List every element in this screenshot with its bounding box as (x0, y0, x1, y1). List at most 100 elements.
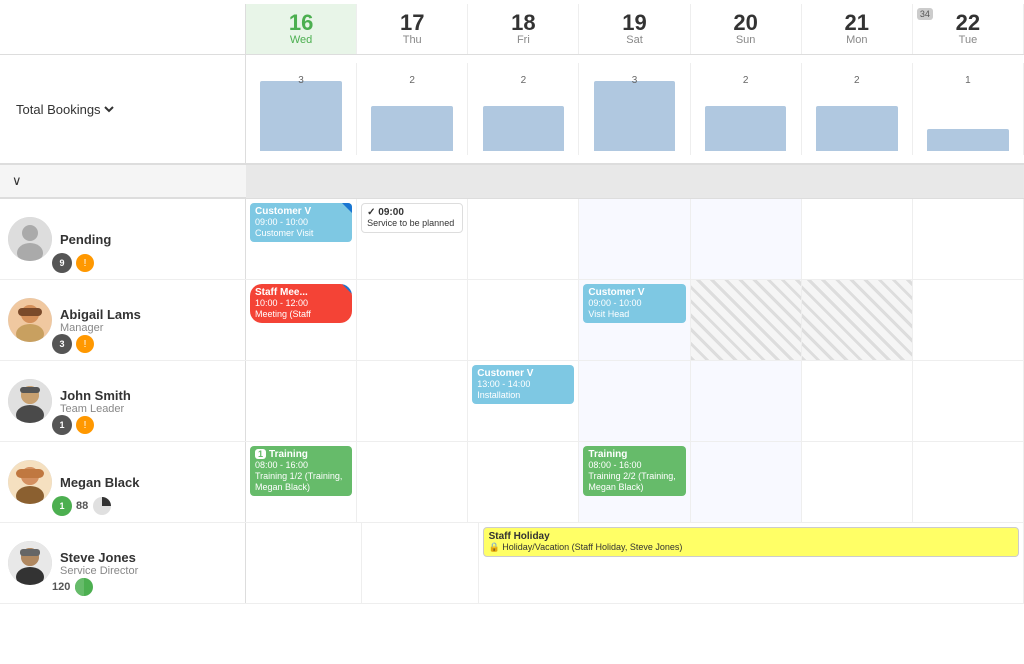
avatar (8, 217, 52, 261)
day-cell-1[interactable] (357, 442, 468, 522)
day-cell-4[interactable] (691, 361, 802, 441)
event-desc: Customer Visit (255, 228, 313, 238)
event-block[interactable]: Customer V09:00 - 10:00Customer Visit (250, 203, 352, 242)
event-desc: Training 2/2 (Training, Megan Black) (588, 471, 675, 492)
badge-warn: 9 (52, 253, 72, 273)
badge-count: 120 (52, 581, 70, 593)
staff-name: Steve Jones (60, 550, 237, 565)
event-desc: Service to be planned (367, 218, 454, 228)
day-cell-6[interactable] (913, 361, 1024, 441)
day-cell-3[interactable]: Training08:00 - 16:00Training 2/2 (Train… (579, 442, 690, 522)
day-name: Fri (517, 34, 530, 46)
day-cell-3[interactable] (579, 361, 690, 441)
event-time: 10:00 - 12:00 (255, 298, 308, 308)
badge-warn: 3 (52, 334, 72, 354)
staff-name: John Smith (60, 388, 237, 403)
day-cell-3[interactable] (579, 199, 690, 279)
date-header-21[interactable]: 21Mon (802, 4, 913, 54)
bar-top (705, 106, 787, 151)
bar-count: 2 (806, 75, 908, 86)
avatar (8, 379, 52, 423)
event-time: 08:00 - 16:00 (255, 460, 308, 470)
event-time: 08:00 - 16:00 (588, 460, 641, 470)
day-cell-1[interactable]: ✓ 09:00Service to be planned (357, 199, 468, 279)
filter-select[interactable]: Total Bookings (12, 101, 117, 118)
event-block[interactable]: Training08:00 - 16:00Training 2/2 (Train… (583, 446, 685, 496)
staff-role: Manager (60, 322, 237, 334)
day-cell-0[interactable] (246, 523, 362, 603)
event-block[interactable]: Customer V09:00 - 10:00Visit Head (583, 284, 685, 323)
event-title: Customer V (255, 206, 311, 217)
badge-warn: 1 (52, 415, 72, 435)
day-cell-5[interactable] (802, 361, 913, 441)
day-cell-2[interactable] (468, 442, 579, 522)
day-cell-6[interactable] (913, 199, 1024, 279)
bar-top (260, 81, 342, 151)
day-cell-2[interactable] (468, 199, 579, 279)
staff-badges: 3! (52, 334, 94, 354)
date-num: 16 (289, 12, 313, 34)
event-block[interactable]: Staff Mee...10:00 - 12:00Meeting (Staff (250, 284, 352, 323)
staff-info-2: John SmithTeam Leader1! (0, 361, 246, 441)
event-title: Customer V (588, 287, 644, 298)
event-num: 1 (255, 449, 266, 459)
day-cell-3[interactable]: Customer V09:00 - 10:00Visit Head (579, 280, 690, 360)
day-cell-2[interactable]: Customer V13:00 - 14:00Installation (468, 361, 579, 441)
date-headers: 16Wed17Thu18Fri19Sat20Sun21Mon3422Tue (246, 4, 1024, 54)
date-header-17[interactable]: 17Thu (357, 4, 468, 54)
day-cell-6[interactable] (913, 280, 1024, 360)
event-block[interactable]: 1Training08:00 - 16:00Training 1/2 (Trai… (250, 446, 352, 496)
day-cell-1[interactable] (357, 361, 468, 441)
day-cell-0[interactable] (246, 361, 357, 441)
bar-top (371, 106, 453, 151)
bar-top (483, 106, 565, 151)
date-num: 20 (733, 12, 757, 34)
date-header-18[interactable]: 18Fri (468, 4, 579, 54)
avatar (8, 298, 52, 342)
day-cell-0[interactable]: 1Training08:00 - 16:00Training 1/2 (Trai… (246, 442, 357, 522)
date-header-16[interactable]: 16Wed (246, 4, 357, 54)
event-block[interactable]: Customer V13:00 - 14:00Installation (472, 365, 574, 404)
day-cell-5[interactable] (802, 199, 913, 279)
bar-top (816, 106, 898, 151)
day-cell-5[interactable] (802, 442, 913, 522)
event-desc: Installation (477, 390, 520, 400)
day-cell-0[interactable]: Staff Mee...10:00 - 12:00Meeting (Staff (246, 280, 357, 360)
staff-row: Pending9!Customer V09:00 - 10:00Customer… (0, 199, 1024, 280)
bar-count: 2 (695, 75, 797, 86)
badge-warn-icon: ! (76, 416, 94, 434)
date-header-20[interactable]: 20Sun (691, 4, 802, 54)
day-cell-1[interactable] (362, 523, 478, 603)
day-cell-6[interactable] (913, 442, 1024, 522)
staff-name: Megan Black (60, 475, 237, 490)
event-block[interactable]: ✓ 09:00Service to be planned (361, 203, 463, 233)
day-cell-1[interactable] (357, 280, 468, 360)
staff-info-0: Pending9! (0, 199, 246, 279)
event-time: 09:00 - 10:00 (588, 298, 641, 308)
day-cell-2[interactable]: Staff Holiday🔒 Holiday/Vacation (Staff H… (479, 523, 1024, 603)
day-cell-5[interactable] (802, 280, 913, 360)
barchart-filter[interactable]: Total Bookings (0, 55, 246, 163)
event-desc: Meeting (Staff (255, 309, 311, 319)
bar-col-2: 2 (468, 63, 579, 155)
staff-row: John SmithTeam Leader1! Customer V13:00 -… (0, 361, 1024, 442)
dates-row: 16Wed17Thu18Fri19Sat20Sun21Mon3422Tue (0, 4, 1024, 54)
day-cell-4[interactable] (691, 280, 802, 360)
event-title: ✓ 09:00 (367, 207, 404, 218)
bar-col-5: 2 (802, 63, 913, 155)
staff-row: Steve JonesService Director120Staff Holi… (0, 523, 1024, 604)
day-cell-4[interactable] (691, 199, 802, 279)
badge-green: 1 (52, 496, 72, 516)
header-section: 16Wed17Thu18Fri19Sat20Sun21Mon3422Tue (0, 0, 1024, 55)
date-num: 18 (511, 12, 535, 34)
day-cells: Customer V13:00 - 14:00Installation (246, 361, 1024, 441)
day-cell-2[interactable] (468, 280, 579, 360)
day-cell-0[interactable]: Customer V09:00 - 10:00Customer Visit (246, 199, 357, 279)
date-header-22[interactable]: 3422Tue (913, 4, 1024, 54)
day-cell-4[interactable] (691, 442, 802, 522)
staff-badges: 1! (52, 415, 94, 435)
staff-role: Team Leader (60, 403, 237, 415)
date-header-19[interactable]: 19Sat (579, 4, 690, 54)
barchart-section: Total Bookings 3223221 (0, 55, 1024, 165)
event-block[interactable]: Staff Holiday🔒 Holiday/Vacation (Staff H… (483, 527, 1019, 557)
